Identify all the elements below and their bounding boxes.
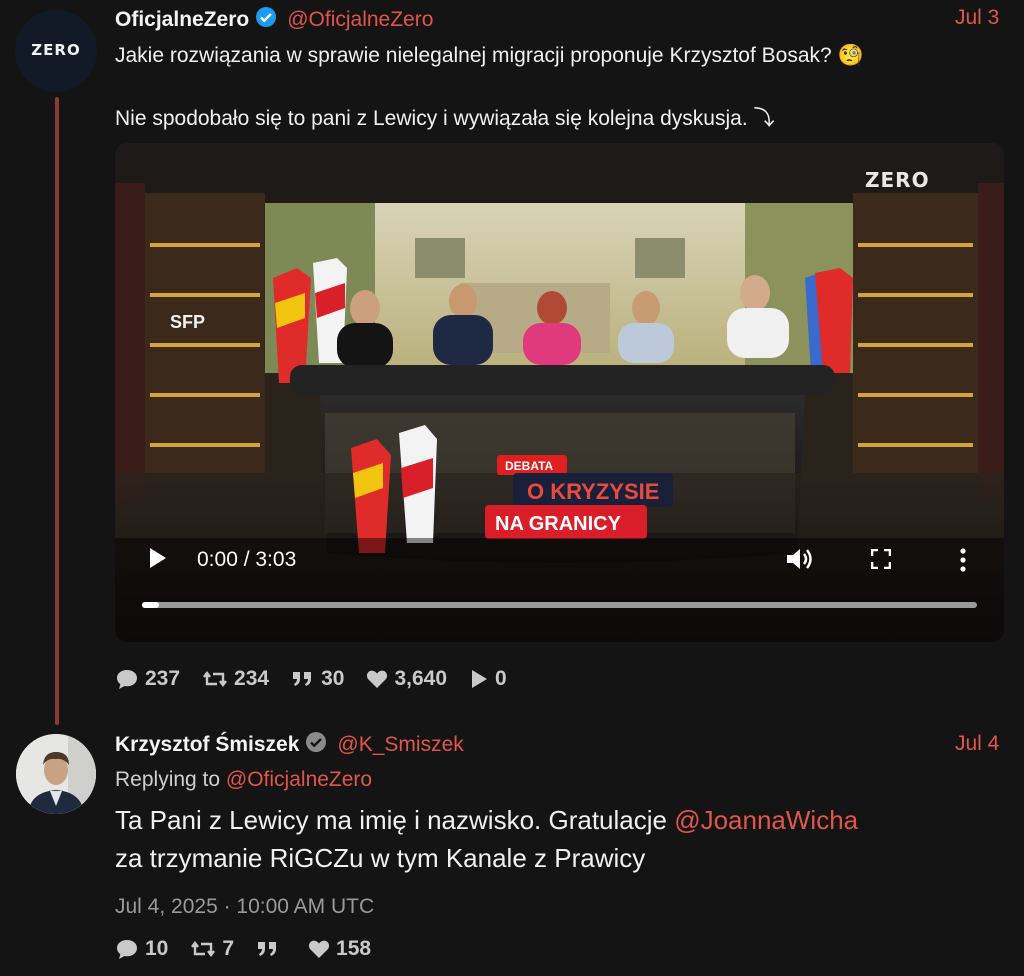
tweet-header: OficjalneZero @OficjalneZero (115, 6, 433, 34)
quote-stat[interactable] (256, 939, 286, 959)
like-count: 158 (336, 937, 372, 960)
avatar[interactable] (16, 734, 96, 814)
tweet-timestamp[interactable]: Jul 4, 2025 · 10:00 AM UTC (115, 895, 374, 919)
tweet-text-part1: Ta Pani z Lewicy ma imię i nazwisko. Gra… (115, 805, 675, 835)
tweet-text-line1: Ta Pani z Lewicy ma imię i nazwisko. Gra… (115, 801, 858, 839)
views-count: 0 (495, 667, 507, 690)
video-time: 0:00 / 3:03 (197, 548, 297, 571)
tweet-text-line2: za trzymanie RiGCZu w tym Kanale z Prawi… (115, 843, 646, 873)
retweet-count: 234 (234, 667, 270, 690)
tweet-date[interactable]: Jul 4 (955, 732, 999, 756)
quote-icon (293, 672, 312, 686)
tweet-stats: 10 7 158 (115, 937, 393, 961)
avatar[interactable]: ZERO (15, 10, 97, 92)
verified-badge-icon (305, 731, 327, 759)
profile-photo (16, 734, 96, 814)
verified-badge-icon (255, 6, 277, 34)
volume-icon[interactable] (785, 546, 813, 578)
tweet-text-line1: Jakie rozwiązania w sprawie nielegalnej … (115, 44, 864, 67)
banner-line2-text: NA GRANICY (495, 513, 622, 535)
mention-link[interactable]: @JoannaWicha (674, 805, 858, 835)
banner-small-text: DEBATA (505, 459, 554, 473)
quote-stat[interactable]: 30 (291, 667, 344, 691)
reply-icon (117, 670, 137, 689)
progress-fill (142, 602, 159, 608)
retweet-stat[interactable]: 7 (190, 937, 234, 961)
tweet-text-line2: Nie spodobało się to pani z Lewicy i wyw… (115, 107, 775, 130)
progress-track[interactable] (142, 602, 977, 608)
replying-mention-link[interactable]: @OficjalneZero (226, 768, 372, 791)
retweet-icon (191, 941, 216, 957)
reply-count: 237 (145, 667, 181, 690)
reply-stat[interactable]: 10 (115, 937, 168, 961)
quote-count: 30 (321, 667, 345, 690)
tweet-stats: 237 234 30 3,640 0 (115, 667, 529, 691)
retweet-count: 7 (222, 937, 235, 960)
heart-icon (367, 670, 388, 688)
user-handle[interactable]: @OficjalneZero (287, 8, 433, 32)
heart-icon (308, 940, 330, 958)
video-player[interactable]: SFP DEBATA O KRYZYSIE NA GRANICY ZERO 0:… (115, 143, 1004, 642)
replying-prefix: Replying to (115, 768, 226, 791)
thread-connector (55, 97, 59, 725)
banner-line1-text: O KRYZYSIE (527, 479, 659, 504)
tweet-header: Krzysztof Śmiszek @K_Smiszek (115, 731, 464, 759)
views-stat[interactable]: 0 (469, 667, 507, 691)
reply-stat[interactable]: 237 (115, 667, 180, 691)
display-name[interactable]: OficjalneZero (115, 8, 249, 32)
fullscreen-icon[interactable] (870, 548, 892, 575)
zero-logo: ZERO (31, 41, 81, 59)
display-name[interactable]: Krzysztof Śmiszek (115, 733, 299, 757)
play-icon[interactable] (148, 547, 168, 575)
user-handle[interactable]: @K_Smiszek (337, 733, 463, 757)
quote-icon (258, 942, 277, 956)
channel-logo: ZERO (865, 168, 930, 192)
more-options-icon[interactable] (959, 548, 967, 578)
tweet-date[interactable]: Jul 3 (955, 6, 999, 30)
studio-sign-text: SFP (170, 312, 205, 332)
reply-icon (117, 940, 137, 959)
retweet-stat[interactable]: 234 (202, 667, 269, 691)
replying-to: Replying to @OficjalneZero (115, 768, 372, 792)
play-views-icon (472, 670, 488, 688)
retweet-icon (203, 671, 228, 687)
like-stat[interactable]: 158 (308, 937, 371, 961)
like-count: 3,640 (394, 667, 448, 690)
like-stat[interactable]: 3,640 (366, 667, 447, 691)
reply-count: 10 (145, 937, 169, 960)
